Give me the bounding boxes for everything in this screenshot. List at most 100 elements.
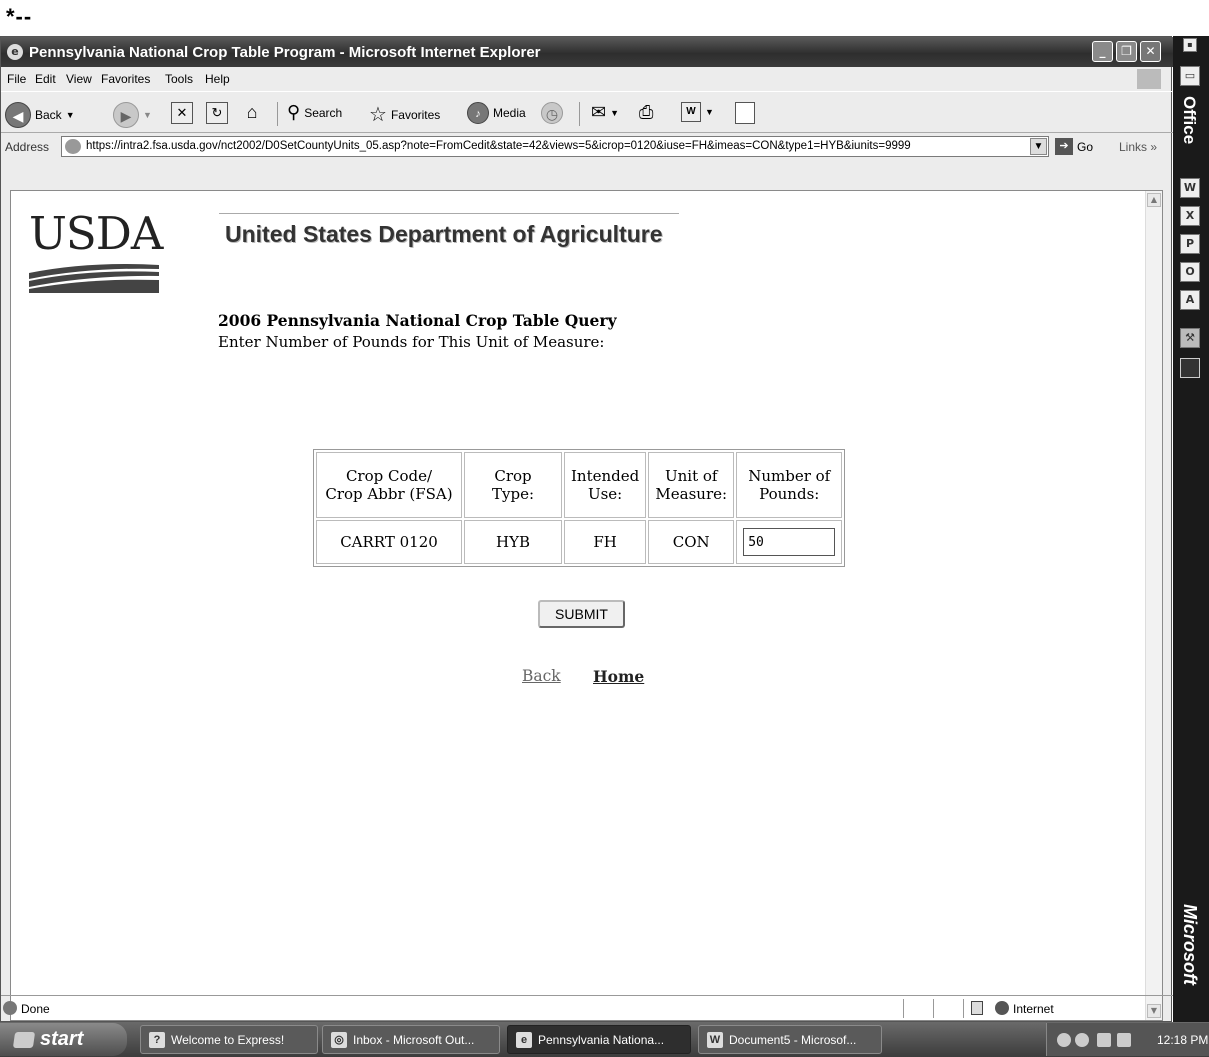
windows-flag-icon <box>12 1032 36 1048</box>
address-input[interactable]: https://intra2.fsa.usda.gov/nct2002/D0Se… <box>61 136 1049 157</box>
office-shortcut-bar: ▪ ▭ Office W X P O A ⚒ Microsoft <box>1173 36 1209 1022</box>
chevron-down-icon: ▼ <box>610 107 620 118</box>
search-label: Search <box>304 105 343 120</box>
taskbar-item-inbox[interactable]: ◎ Inbox - Microsoft Out... <box>322 1025 500 1054</box>
tray-shield-icon[interactable] <box>1097 1033 1111 1047</box>
status-bar: Done Internet <box>1 995 1173 1020</box>
excel-icon[interactable]: X <box>1180 206 1200 226</box>
refresh-icon: ↻ <box>206 102 228 124</box>
pounds-input[interactable] <box>743 528 836 556</box>
vertical-scrollbar[interactable]: ▲ ▼ <box>1145 191 1162 1020</box>
history-button[interactable]: ◷ <box>541 102 563 124</box>
minimize-button[interactable]: _ <box>1092 41 1113 62</box>
page-viewport: USDA United States Department of Agricul… <box>10 190 1163 1021</box>
menu-help[interactable]: Help <box>205 72 230 86</box>
department-banner: United States Department of Agriculture <box>219 213 679 253</box>
close-button[interactable]: ✕ <box>1140 41 1161 62</box>
status-divider <box>933 999 934 1018</box>
chevron-down-icon: ▼ <box>705 107 714 117</box>
tray-sync-icon[interactable] <box>1075 1033 1089 1047</box>
menu-file[interactable]: File <box>7 72 26 86</box>
header-crop-type: Crop Type: <box>464 452 562 518</box>
print-button[interactable]: ⎙ <box>639 102 653 123</box>
go-button[interactable]: ➔ Go <box>1055 138 1093 155</box>
page-marker: *-- <box>6 4 33 29</box>
back-arrow-icon: ◀ <box>5 102 31 128</box>
word-icon[interactable]: W <box>1180 178 1200 198</box>
stop-button[interactable]: ✕ <box>171 102 193 124</box>
chevron-down-icon: ▼ <box>65 110 75 120</box>
menu-edit[interactable]: Edit <box>35 72 56 86</box>
word-icon: W <box>707 1032 723 1048</box>
microsoft-label: Microsoft <box>1180 904 1200 985</box>
home-link[interactable]: Home <box>593 667 644 686</box>
toolbar-separator <box>277 102 278 126</box>
page-done-icon <box>3 1001 17 1015</box>
menu-tools[interactable]: Tools <box>165 72 193 86</box>
taskbar-item-pennsylvania[interactable]: e Pennsylvania Nationa... <box>507 1025 691 1054</box>
tray-network-icon[interactable] <box>1057 1033 1071 1047</box>
powerpoint-icon[interactable]: P <box>1180 234 1200 254</box>
outlook-icon[interactable]: O <box>1180 262 1200 282</box>
address-label: Address <box>5 140 50 154</box>
department-name: United States Department of Agriculture <box>225 221 663 247</box>
discuss-icon <box>735 102 755 124</box>
start-label: start <box>40 1028 84 1050</box>
favorites-label: Favorites <box>390 107 441 122</box>
access-icon[interactable]: A <box>1180 290 1200 310</box>
address-bar: Address https://intra2.fsa.usda.gov/nct2… <box>1 132 1173 160</box>
go-label: Go <box>1077 139 1094 154</box>
discuss-button[interactable] <box>735 102 755 124</box>
scroll-up-icon[interactable]: ▲ <box>1147 193 1161 207</box>
tray-security-icon[interactable] <box>1117 1033 1131 1047</box>
lock-icon <box>971 1001 983 1015</box>
cell-crop-code: CARRT 0120 <box>316 520 462 564</box>
header-intended-use: Intended Use: <box>564 452 647 518</box>
mail-icon: ✉ <box>591 102 607 122</box>
toolbar-separator <box>579 102 580 126</box>
star-icon: ☆ <box>369 104 387 126</box>
search-button[interactable]: ⚲ Search <box>287 102 342 123</box>
cell-number-of-pounds <box>736 520 843 564</box>
forward-button[interactable]: ▶ ▼ <box>113 102 152 128</box>
taskbar-item-label: Pennsylvania Nationa... <box>538 1033 665 1047</box>
usda-logo-text: USDA <box>29 207 163 260</box>
taskbar-item-document5[interactable]: W Document5 - Microsof... <box>698 1025 882 1054</box>
home-icon: ⌂ <box>246 102 258 122</box>
table-row: CARRT 0120 HYB FH CON <box>316 520 843 564</box>
refresh-button[interactable]: ↻ <box>206 102 228 124</box>
start-button[interactable]: start <box>0 1023 127 1056</box>
taskbar-item-label: Document5 - Microsof... <box>729 1033 857 1047</box>
restore-button[interactable]: ❐ <box>1116 41 1137 62</box>
taskbar-item-express[interactable]: ? Welcome to Express! <box>140 1025 318 1054</box>
word-edit-icon: W <box>681 102 701 122</box>
folder-icon[interactable]: ▭ <box>1180 66 1200 86</box>
favorites-button[interactable]: ☆ Favorites <box>369 102 440 127</box>
page-title: 2006 Pennsylvania National Crop Table Qu… <box>218 311 617 330</box>
edit-button[interactable]: W ▼ <box>681 102 714 122</box>
home-button[interactable]: ⌂ <box>241 102 263 124</box>
search-icon: ⚲ <box>287 102 301 122</box>
menu-favorites[interactable]: Favorites <box>101 72 150 86</box>
submit-button[interactable]: SUBMIT <box>538 600 625 628</box>
page-icon <box>65 139 81 154</box>
desktop-icon[interactable] <box>1180 358 1200 378</box>
chevron-down-icon[interactable]: ▼ <box>1030 138 1047 155</box>
back-link[interactable]: Back <box>522 667 561 685</box>
media-button[interactable]: ♪ Media <box>467 102 526 124</box>
forward-arrow-icon: ▶ <box>113 102 139 128</box>
windows-logo-icon <box>1137 69 1161 89</box>
address-url: https://intra2.fsa.usda.gov/nct2002/D0Se… <box>86 140 911 152</box>
office-menu-icon[interactable]: ▪ <box>1183 38 1197 52</box>
taskbar-item-label: Inbox - Microsoft Out... <box>353 1033 475 1047</box>
header-crop-code: Crop Code/Crop Abbr (FSA) <box>316 452 462 518</box>
crop-table: Crop Code/Crop Abbr (FSA) Crop Type: Int… <box>313 449 846 567</box>
back-button[interactable]: ◀ Back ▼ <box>5 102 75 128</box>
security-zone: Internet <box>1013 1002 1054 1016</box>
tool-icon[interactable]: ⚒ <box>1180 328 1200 348</box>
header-unit-of-measure: Unit of Measure: <box>648 452 735 518</box>
office-label: Office <box>1180 96 1199 145</box>
links-button[interactable]: Links » <box>1119 140 1157 154</box>
mail-button[interactable]: ✉ ▼ <box>591 102 619 123</box>
menu-view[interactable]: View <box>66 72 92 86</box>
